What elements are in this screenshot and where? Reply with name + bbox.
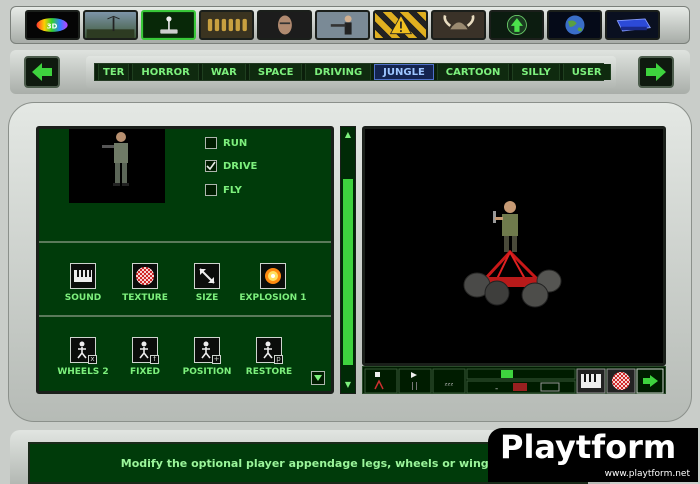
fly-option[interactable]: FLY	[205, 184, 242, 196]
checkmark-icon	[206, 161, 216, 171]
genre-tabs: TER HORROR WAR SPACE DRIVING JUNGLE CART…	[94, 63, 611, 81]
blue-disk-icon[interactable]	[605, 10, 660, 40]
minus-label: -	[495, 384, 498, 394]
panel-scroll-down-button[interactable]	[311, 371, 325, 385]
joystick-icon[interactable]	[141, 10, 196, 40]
piano-button[interactable]	[576, 368, 606, 394]
explosion-tool[interactable]: EXPLOSION 1	[233, 263, 313, 303]
genre-tab-active[interactable]: JUNGLE	[374, 64, 434, 80]
watermark-url: www.playtform.net	[604, 469, 690, 479]
landscape-icon[interactable]	[83, 10, 138, 40]
drive-label: DRIVE	[223, 160, 258, 172]
arrow-right-icon	[646, 63, 666, 81]
genre-tab[interactable]: CARTOON	[436, 64, 510, 80]
watermark: Playtform www.playtform.net	[488, 428, 698, 482]
playback-controls: ᶻᶻᶻ -	[362, 366, 666, 394]
character-portrait	[69, 129, 165, 203]
genre-tab[interactable]: SILLY	[512, 64, 560, 80]
genre-tab[interactable]: HORROR	[132, 64, 199, 80]
checker-ball-icon	[132, 263, 158, 289]
next-button[interactable]	[636, 368, 664, 394]
scroll-down-icon[interactable]: ▼	[342, 379, 354, 391]
run-label: RUN	[223, 137, 248, 149]
ammo-belt-icon[interactable]	[199, 10, 254, 40]
scroll-thumb[interactable]	[343, 179, 353, 365]
genre-tab[interactable]: WAR	[201, 64, 246, 80]
character-on-wheels	[463, 201, 562, 308]
run-checkbox[interactable]	[205, 137, 217, 149]
panel-divider	[39, 315, 331, 317]
position-label: POSITION	[182, 367, 232, 377]
genre-prev-button[interactable]	[24, 56, 60, 88]
texture-label: TEXTURE	[122, 293, 168, 303]
watermark-brand: Playtform	[500, 428, 677, 466]
status-text: Modify the optional player appendage leg…	[120, 456, 496, 470]
explosion-label: EXPLOSION 1	[239, 293, 307, 303]
keyboard-icon	[70, 263, 96, 289]
wheels-badge-icon: x	[88, 355, 97, 364]
drive-option[interactable]: DRIVE	[205, 160, 257, 172]
face-portrait-icon[interactable]	[257, 10, 312, 40]
genre-next-button[interactable]	[638, 56, 674, 88]
explosion-icon	[260, 263, 286, 289]
stop-button[interactable]	[364, 368, 398, 394]
sleep-label: ᶻᶻᶻ	[445, 381, 454, 390]
viking-helmet-icon[interactable]	[431, 10, 486, 40]
panel-divider	[39, 241, 331, 243]
position-badge-icon: +	[212, 355, 221, 364]
genre-tab[interactable]: TER	[98, 64, 130, 80]
sound-label: SOUND	[64, 293, 102, 303]
resize-icon	[194, 263, 220, 289]
size-label: SIZE	[195, 293, 219, 303]
timeline-slider[interactable]: -	[466, 368, 576, 394]
genre-tab[interactable]: USER	[562, 64, 611, 80]
run-option[interactable]: RUN	[205, 137, 247, 149]
sleep-button[interactable]: ᶻᶻᶻ	[432, 368, 466, 394]
warning-sign-icon[interactable]	[373, 10, 428, 40]
green-up-arrow-icon[interactable]	[489, 10, 544, 40]
figure-wheels-icon: x	[70, 337, 97, 364]
fly-checkbox[interactable]	[205, 184, 217, 196]
wheels-label: WHEELS 2	[57, 367, 109, 377]
figure-fixed-icon: f	[132, 337, 159, 364]
gunman-icon[interactable]	[315, 10, 370, 40]
figure-position-icon: +	[194, 337, 221, 364]
fixed-badge-icon: f	[150, 355, 159, 364]
restore-badge-icon: p	[274, 355, 283, 364]
options-panel: RUN DRIVE FLY SOUND TEXTURE SIZE EXPLOSI…	[36, 126, 334, 394]
play-button[interactable]	[398, 368, 432, 394]
genre-tab[interactable]: DRIVING	[305, 64, 372, 80]
restore-label: RESTORE	[245, 367, 293, 377]
scroll-up-icon[interactable]: ▲	[342, 129, 354, 141]
restore-tool[interactable]: p RESTORE	[233, 337, 305, 377]
category-bar: 3D	[10, 6, 690, 44]
arrow-left-icon	[32, 63, 52, 81]
texture-ball-button[interactable]	[606, 368, 636, 394]
arrow-down-icon	[314, 375, 322, 381]
rainbow-logo-icon[interactable]: 3D	[25, 10, 80, 40]
svg-text:3D: 3D	[47, 22, 58, 30]
drive-checkbox[interactable]	[205, 160, 217, 172]
genre-tab[interactable]: SPACE	[248, 64, 303, 80]
fixed-label: FIXED	[129, 367, 161, 377]
earth-globe-icon[interactable]	[547, 10, 602, 40]
fly-label: FLY	[223, 184, 242, 196]
figure-restore-icon: p	[256, 337, 283, 364]
scrollbar[interactable]: ▲ ▼	[340, 126, 356, 394]
model-viewport[interactable]	[362, 126, 666, 366]
